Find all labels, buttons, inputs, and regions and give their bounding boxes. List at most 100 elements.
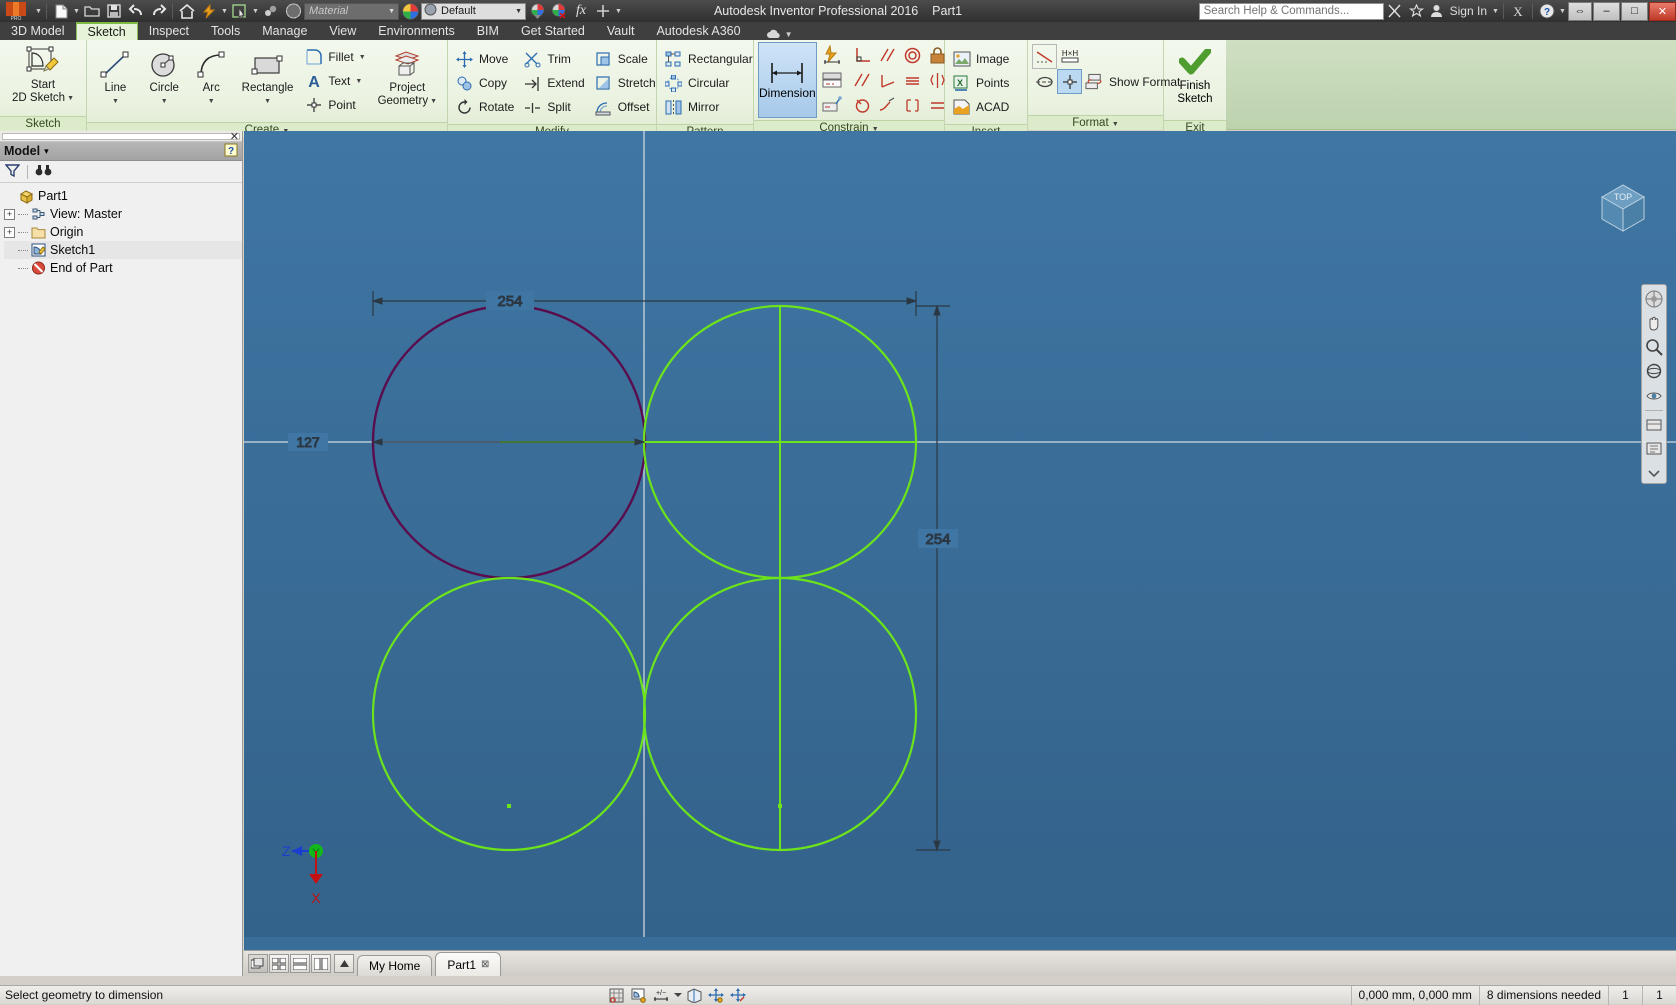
browser-close-icon[interactable]: ✕ — [230, 130, 239, 143]
grid-snap-icon[interactable] — [606, 987, 628, 1004]
user-account-icon[interactable] — [1428, 1, 1446, 21]
view-cube[interactable]: TOP — [1594, 179, 1652, 235]
binoculars-icon[interactable] — [35, 163, 52, 180]
circle-button[interactable]: Circle ▼ — [140, 45, 189, 117]
document-tab-my-home[interactable]: My Home — [357, 955, 432, 976]
tangent-constraint-icon[interactable] — [900, 43, 925, 68]
display-settings-icon[interactable] — [1644, 439, 1665, 459]
project-geometry-dropdown-arrow[interactable]: ▼ — [430, 95, 437, 108]
rotate-button[interactable]: Rotate — [452, 95, 520, 119]
mirror-button[interactable]: Mirror — [661, 95, 759, 119]
tab-get-started[interactable]: Get Started — [510, 22, 596, 40]
vertical-tile-icon[interactable] — [311, 954, 331, 973]
tab-environments[interactable]: Environments — [367, 22, 465, 40]
arc-dropdown-arrow[interactable]: ▼ — [208, 95, 215, 108]
constraint-inference-icon[interactable] — [727, 987, 749, 1004]
acad-button[interactable]: ACAD — [949, 95, 1015, 119]
orbit-icon[interactable] — [1644, 361, 1665, 381]
tree-node-sketch1[interactable]: Sketch1 — [4, 241, 242, 259]
zoom-magnifier-icon[interactable] — [1644, 337, 1665, 357]
rectangular-pattern-button[interactable]: Rectangular — [661, 47, 759, 71]
appearance-selector[interactable]: Default ▼ — [421, 3, 526, 20]
minimize-window-button[interactable]: – — [1593, 2, 1620, 21]
dimension-tolerance-icon[interactable]: +/− — [650, 987, 672, 1004]
line-dropdown-arrow[interactable]: ▼ — [112, 95, 119, 108]
rectangle-dropdown-arrow[interactable]: ▼ — [264, 95, 271, 108]
tab-tools[interactable]: Tools — [200, 22, 251, 40]
browser-dropdown-arrow[interactable]: ▾ — [44, 146, 49, 157]
help-icon[interactable]: ? — [1536, 1, 1558, 21]
return-icon[interactable] — [260, 1, 282, 21]
save-icon[interactable] — [103, 1, 125, 21]
update-dropdown-arrow[interactable]: ▼ — [220, 1, 229, 21]
full-navigation-wheel-icon[interactable] — [1644, 289, 1665, 309]
new-file-icon[interactable] — [50, 1, 72, 21]
circular-pattern-button[interactable]: Circular — [661, 71, 759, 95]
undo-icon[interactable] — [125, 1, 147, 21]
cascade-icon[interactable] — [248, 954, 268, 973]
centerline-icon[interactable] — [1032, 69, 1057, 94]
filter-icon[interactable] — [5, 163, 20, 181]
point-button[interactable]: Point — [301, 93, 371, 117]
close-window-button[interactable]: ✕ — [1649, 2, 1676, 21]
copy-button[interactable]: Copy — [452, 71, 520, 95]
tab-vault[interactable]: Vault — [596, 22, 646, 40]
sketch-doctor-icon[interactable] — [628, 987, 650, 1004]
favorites-star-icon[interactable] — [1406, 1, 1428, 21]
look-at-icon[interactable] — [1644, 386, 1665, 406]
move-button[interactable]: Move — [452, 47, 520, 71]
trim-button[interactable]: Trim — [520, 47, 590, 71]
maximize-window-button[interactable]: □ — [1621, 2, 1648, 21]
new-file-dropdown-arrow[interactable]: ▼ — [72, 1, 81, 21]
start-2d-sketch-button[interactable]: Start 2D Sketch ▼ — [7, 42, 79, 114]
smooth-constraint-icon[interactable] — [875, 93, 900, 118]
restore-window-button[interactable]: ⇔ — [1568, 2, 1592, 21]
fx-parameters-icon[interactable]: fx — [570, 1, 592, 21]
help-note-icon[interactable]: ? — [224, 143, 238, 160]
scrollbar-track[interactable] — [2, 133, 240, 140]
scale-button[interactable]: Scale — [591, 47, 662, 71]
material-dropdown-arrow[interactable]: ▼ — [388, 4, 398, 19]
view-styles-icon[interactable] — [1644, 415, 1665, 435]
coincident-constraint-icon[interactable] — [850, 68, 875, 93]
select-icon[interactable] — [229, 1, 251, 21]
material-selector[interactable]: Material ▼ — [304, 3, 399, 20]
appearance-color-icon[interactable] — [399, 1, 421, 21]
dimension-settings-icon[interactable] — [820, 93, 845, 118]
tab-sketch[interactable]: Sketch — [76, 22, 138, 40]
rectangle-button[interactable]: Rectangle ▼ — [234, 45, 302, 117]
circle-dropdown-arrow[interactable]: ▼ — [161, 95, 168, 108]
tree-node-end-of-part[interactable]: End of Part — [4, 259, 242, 277]
driven-dimension-icon[interactable]: H×H — [1057, 44, 1082, 69]
dimension-dropdown-arrow[interactable] — [672, 987, 683, 1004]
collinear-constraint-icon[interactable] — [875, 68, 900, 93]
search-input[interactable]: Search Help & Commands... — [1199, 3, 1384, 20]
inventor-logo-icon[interactable]: PRO — [0, 1, 34, 21]
perpendicular-constraint-icon[interactable] — [850, 43, 875, 68]
appearance-dropdown-arrow[interactable]: ▼ — [515, 8, 525, 15]
tab-inspect[interactable]: Inspect — [138, 22, 200, 40]
home-icon[interactable] — [176, 1, 198, 21]
redo-icon[interactable] — [147, 1, 169, 21]
arc-button[interactable]: Arc ▼ — [189, 45, 234, 117]
points-button[interactable]: X Points — [949, 71, 1015, 95]
document-tab-part1[interactable]: Part1 ⊠ — [435, 952, 501, 976]
stretch-button[interactable]: Stretch — [591, 71, 662, 95]
scroll-up-icon[interactable] — [334, 954, 354, 973]
navbar-expand-arrow[interactable] — [1644, 463, 1665, 483]
tab-3d-model[interactable]: 3D Model — [0, 22, 76, 40]
dimension-button[interactable]: Dimension — [758, 42, 817, 118]
construction-line-icon[interactable] — [1032, 44, 1057, 69]
auto-dimension-icon[interactable] — [820, 43, 845, 68]
fillet-button[interactable]: Fillet ▼ — [301, 45, 371, 69]
customize-qat-icon[interactable] — [592, 1, 614, 21]
tree-expander-view-master[interactable]: + — [4, 209, 15, 220]
tab-bim[interactable]: BIM — [466, 22, 510, 40]
horizontal-tile-icon[interactable] — [290, 954, 310, 973]
tile-icon[interactable] — [269, 954, 289, 973]
horizontal-constraint-icon[interactable] — [900, 68, 925, 93]
split-button[interactable]: Split — [520, 95, 590, 119]
parallel-constraint-icon[interactable] — [875, 43, 900, 68]
open-folder-icon[interactable] — [81, 1, 103, 21]
appearance-adjust-icon[interactable] — [526, 1, 548, 21]
